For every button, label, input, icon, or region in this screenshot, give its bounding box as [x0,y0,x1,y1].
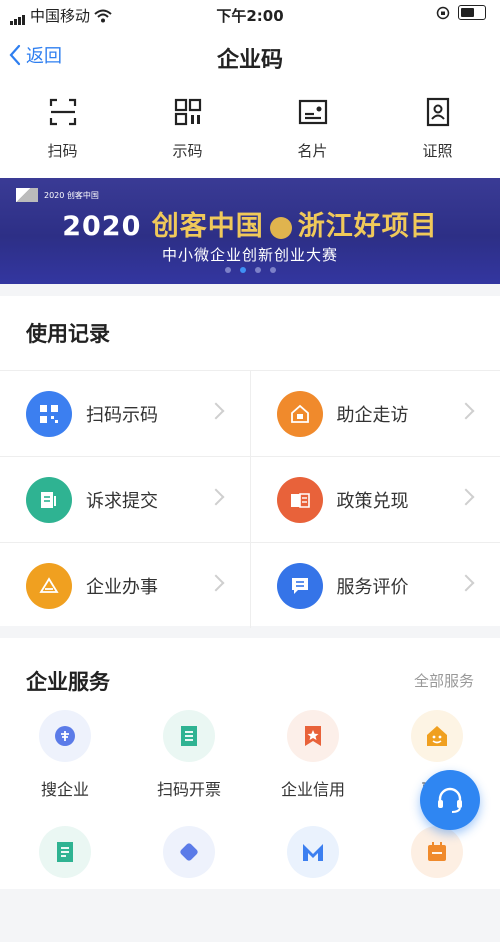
status-bar: 中国移动 下午2:00 [0,0,500,28]
orientation-lock-icon [436,6,450,20]
service-label: 企业信用 [281,776,345,800]
banner-dot[interactable] [270,267,276,273]
calendar-icon [411,826,463,878]
service-item[interactable] [6,826,124,942]
service-item[interactable] [130,826,248,942]
qa-card-button[interactable]: 名片 [250,86,375,178]
qa-license-button[interactable]: 证照 [375,86,500,178]
invoice-icon [163,710,215,762]
service-label: 搜企业 [41,776,89,800]
record-label: 服务评价 [337,573,409,599]
qa-scan-label: 扫码 [47,140,77,161]
record-affairs[interactable]: 企业办事 [0,543,251,628]
banner-dot[interactable] [255,267,261,273]
record-label: 助企走访 [337,401,409,427]
affairs-icon [26,563,72,609]
records-row: 扫码示码 助企走访 [0,370,500,456]
search-company-icon [39,710,91,762]
chevron-right-icon [207,575,224,592]
banner-title-b: 浙江好项目 [298,211,438,242]
record-label: 诉求提交 [86,487,158,513]
service-item[interactable] [378,826,496,942]
records-grid: 扫码示码 助企走访 诉求提交 [0,370,500,628]
business-card-icon [297,96,329,128]
record-scan-show[interactable]: 扫码示码 [0,371,251,456]
company-visit-icon [277,391,323,437]
qa-show-code-button[interactable]: 示码 [125,86,250,178]
banner-dot-active[interactable] [240,267,246,273]
diamond-icon [163,826,215,878]
usage-records-section: 使用记录 扫码示码 助企走访 诉求提 [0,296,500,626]
record-label: 扫码示码 [86,401,158,427]
record-policy[interactable]: 政策兑现 [251,457,500,542]
banner-subtitle: 中小微企业创新创业大赛 [0,244,500,265]
services-grid: 搜企业 扫码开票 企业信用 惠企 [0,710,500,942]
m-logo-icon [287,826,339,878]
banner-pagination [0,267,500,273]
status-time: 下午2:00 [0,5,500,26]
battery-icon [458,5,486,20]
banner-title: 2020 创客中国 浙江好项目 [0,204,500,243]
credit-star-icon [287,710,339,762]
status-right [436,5,486,20]
records-row: 诉求提交 政策兑现 [0,456,500,542]
document-icon [39,826,91,878]
smile-house-icon [411,710,463,762]
banner-logo-text: 2020 创客中国 [44,190,99,201]
document-submit-icon [26,477,72,523]
record-company-visit[interactable]: 助企走访 [251,371,500,456]
enterprise-services-section: 企业服务 全部服务 搜企业 扫码开票 企业信用 惠企 [0,638,500,889]
nav-bar: 返回 企业码 [0,28,500,86]
records-row: 企业办事 服务评价 [0,542,500,628]
service-item[interactable] [254,826,372,942]
scan-icon [47,96,79,128]
banner-logo: 2020 创客中国 [16,188,99,202]
customer-service-button[interactable] [420,770,480,830]
all-services-link[interactable]: 全部服务 [414,670,474,691]
record-label: 政策兑现 [337,487,409,513]
banner-dot[interactable] [225,267,231,273]
service-search-company[interactable]: 搜企业 [6,710,124,826]
banner-year: 2020 [62,211,141,242]
service-credit[interactable]: 企业信用 [254,710,372,826]
qr-grid-icon [26,391,72,437]
qr-code-icon [172,96,204,128]
record-request-submit[interactable]: 诉求提交 [0,457,251,542]
qa-card-label: 名片 [297,140,327,161]
rating-message-icon [277,563,323,609]
headset-icon [435,785,465,815]
license-icon [422,96,454,128]
records-title: 使用记录 [26,318,110,348]
policy-icon [277,477,323,523]
chevron-right-icon [207,403,224,420]
chevron-right-icon [458,575,475,592]
service-invoice[interactable]: 扫码开票 [130,710,248,826]
service-label: 扫码开票 [157,776,221,800]
qa-show-code-label: 示码 [172,140,202,161]
page-title: 企业码 [0,42,500,74]
chevron-right-icon [207,489,224,506]
promo-banner[interactable]: 2020 创客中国 2020 创客中国浙江好项目 中小微企业创新创业大赛 [0,178,500,284]
banner-badge-icon [270,217,292,239]
services-title: 企业服务 [26,666,110,696]
chevron-right-icon [458,403,475,420]
quick-actions: 扫码 示码 名片 证照 [0,86,500,178]
qa-scan-button[interactable]: 扫码 [0,86,125,178]
banner-title-a: 创客中国 [152,211,264,242]
record-label: 企业办事 [86,573,158,599]
chevron-right-icon [458,489,475,506]
qa-license-label: 证照 [422,140,452,161]
record-service-rating[interactable]: 服务评价 [251,543,500,628]
banner-logo-mark [16,188,38,202]
